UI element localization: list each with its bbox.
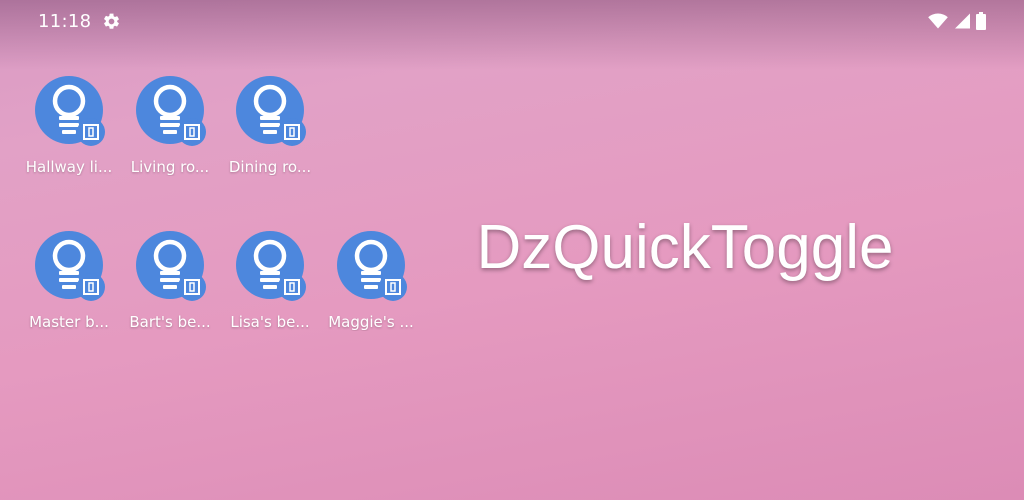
shortcut-maggies-bedroom[interactable]: Maggie's ... xyxy=(323,231,419,351)
shortcut-label: Bart's be... xyxy=(129,313,211,331)
lightbulb-icon xyxy=(136,231,206,301)
shortcut-barts-bedroom[interactable]: Bart's be... xyxy=(122,231,218,351)
shortcut-lisas-bedroom[interactable]: Lisa's be... xyxy=(222,231,318,351)
settings-icon xyxy=(104,13,119,29)
lightbulb-icon xyxy=(236,231,306,301)
lightbulb-icon xyxy=(337,231,407,301)
shortcut-master-bedroom[interactable]: Master b... xyxy=(21,231,117,351)
lightbulb-icon xyxy=(136,76,206,146)
status-bar: 11:18 xyxy=(0,0,1024,44)
status-time: 11:18 xyxy=(38,11,92,32)
lightbulb-icon xyxy=(35,76,105,146)
battery-icon xyxy=(976,12,986,30)
shortcut-dining-room[interactable]: Dining ro... xyxy=(222,76,318,196)
shortcut-label: Hallway li... xyxy=(25,158,113,176)
shortcut-label: Living ro... xyxy=(130,158,210,176)
wifi-icon xyxy=(928,13,948,29)
signal-icon xyxy=(955,13,970,29)
system-icons xyxy=(928,12,986,30)
lightbulb-icon xyxy=(35,231,105,301)
shortcut-hallway-light[interactable]: Hallway li... xyxy=(21,76,117,196)
lightbulb-icon xyxy=(236,76,306,146)
shortcut-label: Master b... xyxy=(29,313,109,331)
app-title: DzQuickToggle xyxy=(476,213,894,282)
shortcut-label: Dining ro... xyxy=(228,158,312,176)
shortcut-label: Maggie's ... xyxy=(328,313,414,331)
shortcut-living-room[interactable]: Living ro... xyxy=(122,76,218,196)
shortcut-label: Lisa's be... xyxy=(230,313,310,331)
